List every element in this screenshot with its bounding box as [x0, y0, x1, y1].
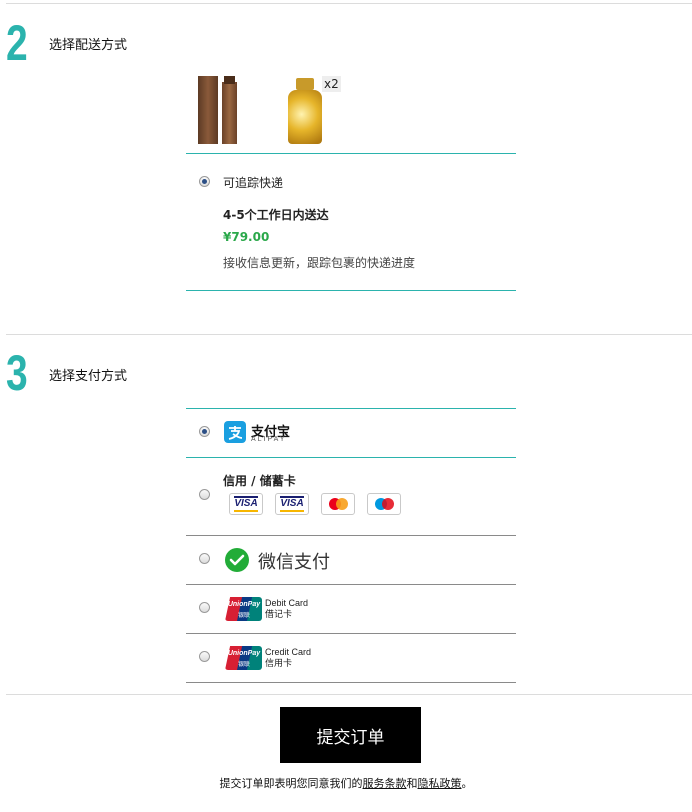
payment-wechat-divider	[186, 584, 516, 585]
mastercard-icon	[321, 493, 355, 515]
maestro-icon	[367, 493, 401, 515]
unionpay-credit-cn-label: 信用卡	[265, 658, 293, 668]
terms-notice: 提交订单即表明您同意我们的服务条款和隐私政策。	[0, 775, 692, 791]
unionpay-credit-radio[interactable]	[199, 651, 210, 662]
delivery-price: ¥79.00	[223, 230, 270, 244]
delivery-section-title: 选择配送方式	[49, 38, 128, 53]
unionpay-debit-en-label: Debit Card	[265, 598, 309, 608]
section-divider-payment	[6, 334, 692, 335]
visa-icon: VISA	[229, 493, 263, 515]
alipay-en-label: ALIPAY	[251, 436, 287, 443]
product-image-bottle	[286, 78, 324, 144]
visa-electron-icon: VISA	[275, 493, 309, 515]
terms-suffix: 。	[461, 777, 473, 790]
payment-card-divider	[186, 535, 516, 536]
step-number-delivery: 2	[6, 15, 28, 71]
step-number-payment: 3	[6, 345, 28, 401]
payment-section-title: 选择支付方式	[49, 369, 128, 384]
delivery-top-divider	[186, 153, 516, 154]
alipay-icon	[224, 421, 246, 443]
submit-order-button[interactable]: 提交订单	[280, 707, 421, 763]
unionpay-credit-icon: UnionPay 银联	[225, 646, 262, 670]
delivery-bottom-divider	[186, 290, 516, 291]
delivery-eta: 4-5个工作日内送达	[223, 208, 329, 222]
alipay-radio[interactable]	[199, 426, 210, 437]
unionpay-debit-radio[interactable]	[199, 602, 210, 613]
delivery-description: 接收信息更新，跟踪包裹的快递进度	[223, 256, 416, 270]
payment-alipay-divider	[186, 457, 516, 458]
unionpay-credit-en-label: Credit Card	[265, 647, 312, 657]
terms-prefix: 提交订单即表明您同意我们的	[219, 777, 363, 790]
product-quantity-badge: x2	[322, 76, 341, 92]
card-label: 信用 / 储蓄卡	[223, 474, 296, 488]
card-radio[interactable]	[199, 489, 210, 500]
payment-top-divider	[186, 408, 516, 409]
wechat-radio[interactable]	[199, 553, 210, 564]
product-image-tube	[198, 76, 244, 144]
tracked-express-label: 可追踪快递	[223, 176, 284, 190]
unionpay-debit-icon: UnionPay 银联	[225, 597, 262, 621]
tracked-express-radio[interactable]	[199, 176, 210, 187]
payment-debit-divider	[186, 633, 516, 634]
privacy-policy-link[interactable]: 隐私政策	[418, 777, 462, 790]
terms-of-service-link[interactable]: 服务条款	[363, 777, 407, 790]
wechat-pay-icon	[224, 547, 250, 573]
section-divider-submit	[6, 694, 692, 695]
payment-bottom-divider	[186, 682, 516, 683]
top-divider	[6, 3, 692, 4]
unionpay-debit-cn-label: 借记卡	[265, 609, 293, 619]
wechat-pay-label: 微信支付	[258, 552, 330, 573]
terms-and: 和	[406, 777, 418, 790]
